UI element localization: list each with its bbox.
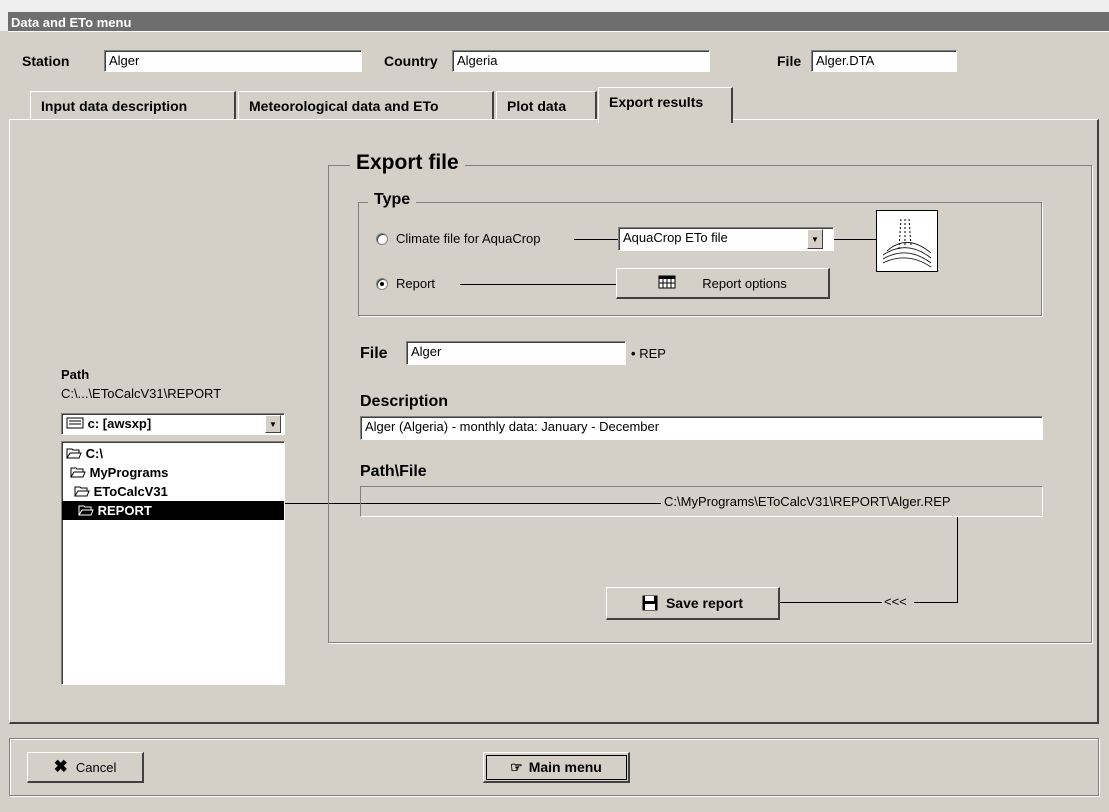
export-file-label: File	[360, 345, 388, 362]
open-folder-icon	[74, 483, 90, 502]
main-menu-button[interactable]: ☞ Main menu	[483, 752, 630, 783]
connector-line	[834, 239, 876, 240]
report-options-label: Report options	[702, 275, 787, 291]
tree-item-myprograms[interactable]: MyPrograms	[62, 463, 284, 482]
report-label[interactable]: Report	[396, 276, 435, 291]
tree-item-report-selected[interactable]: REPORT	[62, 501, 284, 520]
file-extension: • REP	[631, 346, 666, 361]
arrow-indicator: <<<	[884, 594, 907, 609]
tab-input-data-description[interactable]: Input data description	[30, 91, 236, 120]
drive-select[interactable]: c: [awsxp]	[61, 413, 285, 435]
folder-tree[interactable]: C:\ MyPrograms EToCalcV31 REPORT	[61, 441, 285, 685]
type-title: Type	[368, 191, 417, 209]
report-radio[interactable]	[376, 278, 388, 290]
drive-icon	[66, 417, 84, 433]
extension-dot-icon: •	[631, 346, 636, 361]
save-report-button[interactable]: Save report	[606, 587, 780, 620]
connector-line	[780, 602, 882, 603]
file-field[interactable]: Alger.DTA	[811, 50, 957, 72]
title-bar	[8, 12, 1109, 32]
path-label: Path	[61, 367, 90, 382]
connector-line	[574, 239, 618, 240]
connector-line	[361, 503, 661, 504]
climate-file-radio[interactable]	[376, 233, 388, 245]
connector-line	[460, 284, 616, 285]
country-label: Country	[384, 53, 438, 69]
path-value: C:\...\EToCalcV31\REPORT	[61, 386, 222, 401]
window-title: Data and ETo menu	[11, 15, 132, 30]
pathfile-value: C:\MyPrograms\EToCalcV31\REPORT\Alger.RE…	[664, 494, 951, 509]
cancel-label: Cancel	[75, 759, 117, 775]
cancel-button[interactable]: ✖ Cancel	[27, 752, 144, 783]
main-menu-label: Main menu	[528, 759, 602, 775]
country-field[interactable]: Algeria	[452, 50, 710, 72]
aquacrop-logo-icon	[876, 210, 938, 272]
export-file-field[interactable]: Alger	[406, 341, 626, 365]
pathfile-label: Path\File	[360, 463, 427, 480]
floppy-disk-icon	[642, 595, 658, 611]
drive-dropdown-arrow-icon[interactable]: ▼	[265, 415, 281, 433]
tab-plot-data[interactable]: Plot data	[496, 91, 597, 120]
description-field[interactable]: Alger (Algeria) - monthly data: January …	[360, 416, 1043, 440]
pointing-hand-icon: ☞	[510, 758, 523, 775]
open-folder-icon	[78, 502, 94, 521]
save-report-label: Save report	[665, 595, 744, 611]
tab-meteorological-data[interactable]: Meteorological data and ETo	[238, 91, 494, 120]
connector-line	[914, 602, 957, 603]
export-file-title: Export file	[350, 151, 465, 175]
open-folder-icon	[70, 464, 86, 483]
tree-item-root[interactable]: C:\	[62, 444, 284, 463]
report-options-button[interactable]: Report options	[616, 268, 830, 299]
drive-select-value: c: [awsxp]	[87, 416, 152, 431]
description-label: Description	[360, 393, 449, 410]
close-icon: ✖	[53, 757, 68, 776]
climate-select-arrow-icon[interactable]: ▼	[807, 229, 823, 249]
tree-item-etocalcv31[interactable]: EToCalcV31	[62, 482, 284, 501]
file-label: File	[777, 53, 802, 69]
connector-line	[957, 517, 958, 603]
open-folder-icon	[66, 445, 82, 464]
file-extension-text: REP	[639, 346, 666, 361]
station-label: Station	[22, 53, 70, 69]
climate-file-label[interactable]: Climate file for AquaCrop	[396, 231, 541, 246]
climate-file-select[interactable]: AquaCrop ETo file	[618, 227, 834, 251]
tab-export-results[interactable]: Export results	[598, 87, 733, 123]
calendar-icon	[658, 275, 676, 292]
station-field[interactable]: Alger	[104, 50, 362, 72]
